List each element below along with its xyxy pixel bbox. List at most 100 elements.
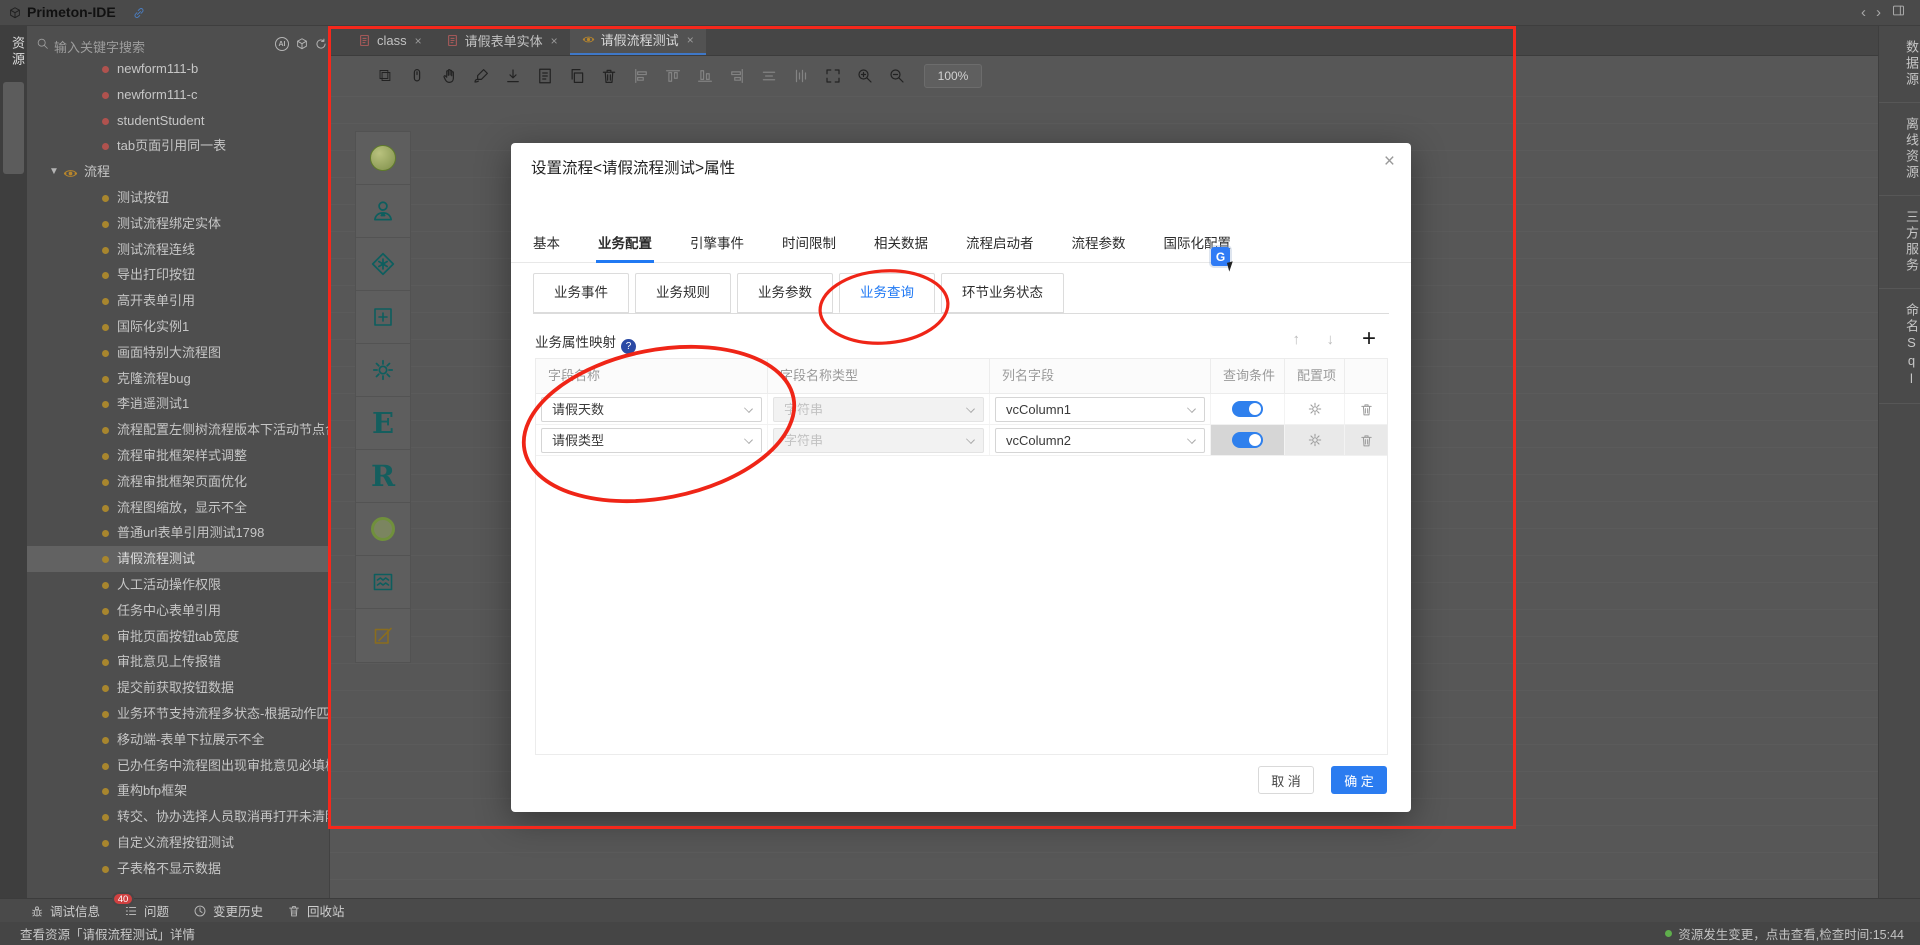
download-icon[interactable] bbox=[502, 65, 524, 87]
tree-node-flow[interactable]: ▼ 流程 bbox=[27, 159, 330, 185]
tree-item[interactable]: tab页面引用同一表 bbox=[27, 133, 330, 159]
subtab[interactable]: 业务规则 bbox=[635, 273, 731, 313]
copy-icon[interactable] bbox=[566, 65, 588, 87]
add-row-icon[interactable]: + bbox=[1362, 325, 1376, 353]
tree-item[interactable]: 已办任务中流程图出现审批意见必填校验提示 bbox=[27, 753, 330, 779]
tree-item[interactable]: 移动端-表单下拉展示不全 bbox=[27, 727, 330, 753]
close-icon[interactable]: × bbox=[551, 34, 558, 48]
right-rail-tab[interactable]: 数据源 bbox=[1879, 26, 1920, 103]
dialog-tab[interactable]: 流程启动者 bbox=[966, 227, 1034, 263]
translate-icon[interactable]: G bbox=[1211, 247, 1230, 266]
refresh-icon[interactable] bbox=[314, 37, 328, 56]
tree-item[interactable]: 请假流程测试 bbox=[27, 546, 330, 572]
fit-screen-icon[interactable] bbox=[822, 65, 844, 87]
decision-icon[interactable] bbox=[356, 238, 410, 291]
field-name-select[interactable]: 请假类型 bbox=[541, 428, 762, 453]
right-rail-tab[interactable]: 三方服务 bbox=[1879, 196, 1920, 289]
dialog-tab[interactable]: 基本 bbox=[533, 227, 560, 263]
delete-icon[interactable] bbox=[598, 65, 620, 87]
tree-item[interactable]: 国际化实例1 bbox=[27, 314, 330, 340]
tree-item[interactable]: newform111-c bbox=[27, 82, 330, 108]
auto-activity-icon[interactable] bbox=[356, 344, 410, 397]
link-icon[interactable] bbox=[132, 6, 146, 25]
cancel-button[interactable]: 取 消 bbox=[1258, 766, 1314, 794]
tree-item[interactable]: 业务环节支持流程多状态-根据动作匹配 bbox=[27, 701, 330, 727]
hand-pan-icon[interactable] bbox=[438, 65, 460, 87]
forward-icon[interactable]: › bbox=[1876, 4, 1881, 21]
ok-button[interactable]: 确 定 bbox=[1331, 766, 1387, 794]
chevron-down-icon[interactable]: ▼ bbox=[49, 159, 59, 185]
tree-item[interactable]: 流程审批框架样式调整 bbox=[27, 443, 330, 469]
manual-activity-icon[interactable] bbox=[356, 185, 410, 238]
close-icon[interactable]: × bbox=[687, 33, 694, 47]
clone-icon[interactable]: ⧉ bbox=[374, 65, 396, 87]
subtab[interactable]: 业务事件 bbox=[533, 273, 629, 313]
tree-item[interactable]: 李逍遥测试1 bbox=[27, 391, 330, 417]
tree-item[interactable]: 提交前获取按钮数据 bbox=[27, 675, 330, 701]
gear-icon[interactable] bbox=[1307, 432, 1323, 448]
tree-item[interactable]: 普通url表单引用测试1798 bbox=[27, 520, 330, 546]
ai-assistant-icon[interactable]: AI bbox=[275, 37, 289, 51]
cube-add-icon[interactable] bbox=[295, 37, 309, 56]
change-history-button[interactable]: 变更历史 bbox=[193, 901, 263, 920]
dialog-tab[interactable]: 相关数据 bbox=[874, 227, 928, 263]
layout-panel-icon[interactable] bbox=[1891, 3, 1906, 22]
subtab[interactable]: 业务查询 bbox=[839, 273, 935, 313]
column-name-select[interactable]: vcColumn1 bbox=[995, 397, 1205, 422]
editor-tab[interactable]: 请假表单实体 × bbox=[434, 26, 570, 55]
tree-item[interactable]: 人工活动操作权限 bbox=[27, 572, 330, 598]
r-node-icon[interactable]: R bbox=[356, 450, 410, 503]
right-rail-tab[interactable]: 离线资源 bbox=[1879, 103, 1920, 196]
editor-tab[interactable]: class × bbox=[346, 26, 434, 55]
close-icon[interactable]: × bbox=[1384, 151, 1395, 173]
tree-item[interactable]: 测试流程连线 bbox=[27, 237, 330, 263]
dialog-tab[interactable]: 流程参数 bbox=[1072, 227, 1126, 263]
trash-icon[interactable] bbox=[1359, 433, 1374, 448]
document-icon[interactable] bbox=[534, 65, 556, 87]
tree-item[interactable]: 流程审批框架页面优化 bbox=[27, 469, 330, 495]
start-node-icon[interactable] bbox=[356, 132, 410, 185]
tree-item[interactable]: 自定义流程按钮测试 bbox=[27, 830, 330, 856]
report-node-icon[interactable] bbox=[356, 556, 410, 609]
problems-button[interactable]: 40 问题 bbox=[124, 901, 169, 920]
tree-item[interactable]: 审批意见上传报错 bbox=[27, 649, 330, 675]
subtab[interactable]: 业务参数 bbox=[737, 273, 833, 313]
column-name-select[interactable]: vcColumn2 bbox=[995, 428, 1205, 453]
tree-item[interactable]: 测试按钮 bbox=[27, 185, 330, 211]
search-input[interactable]: 输入关键字搜索 bbox=[54, 37, 145, 56]
tree-item[interactable]: 测试流程绑定实体 bbox=[27, 211, 330, 237]
tree-item[interactable]: 高开表单引用 bbox=[27, 288, 330, 314]
brush-icon[interactable] bbox=[470, 65, 492, 87]
field-name-select[interactable]: 请假天数 bbox=[541, 397, 762, 422]
resource-change-notice[interactable]: 资源发生变更，点击查看,检查时间:15:44 bbox=[1665, 924, 1904, 943]
e-node-icon[interactable]: E bbox=[356, 397, 410, 450]
tree-item[interactable]: 导出打印按钮 bbox=[27, 262, 330, 288]
rail-tab-resources[interactable]: 资源 bbox=[0, 32, 27, 68]
dialog-tab[interactable]: 引擎事件 bbox=[690, 227, 744, 263]
back-icon[interactable]: ‹ bbox=[1861, 4, 1866, 21]
move-up-icon[interactable]: ↑ bbox=[1293, 331, 1301, 348]
tree-item[interactable]: 审批页面按钮tab宽度 bbox=[27, 624, 330, 650]
editor-tab[interactable]: 请假流程测试 × bbox=[570, 26, 706, 55]
subtab[interactable]: 环节业务状态 bbox=[941, 273, 1064, 313]
right-rail-tab[interactable]: 命名Sql bbox=[1879, 289, 1920, 404]
tree-item[interactable]: 流程图缩放，显示不全 bbox=[27, 495, 330, 521]
close-icon[interactable]: × bbox=[415, 34, 422, 48]
tree-item[interactable]: 画面特别大流程图 bbox=[27, 340, 330, 366]
tree-item[interactable]: 转交、协办选择人员取消再打开未清除选择 bbox=[27, 804, 330, 830]
tree-item[interactable]: studentStudent bbox=[27, 108, 330, 134]
tree-item[interactable]: newform111-b bbox=[27, 56, 330, 82]
mouse-pointer-icon[interactable] bbox=[406, 65, 428, 87]
tree-item[interactable]: 子表格不显示数据 bbox=[27, 856, 330, 882]
subprocess-icon[interactable] bbox=[356, 291, 410, 344]
dialog-tab[interactable]: 时间限制 bbox=[782, 227, 836, 263]
tree-item[interactable]: 任务中心表单引用 bbox=[27, 598, 330, 624]
zoom-level-display[interactable]: 100% bbox=[924, 64, 982, 88]
help-icon[interactable]: ? bbox=[621, 339, 636, 354]
query-condition-toggle[interactable] bbox=[1232, 401, 1263, 417]
note-node-icon[interactable] bbox=[356, 609, 410, 662]
zoom-in-icon[interactable] bbox=[854, 65, 876, 87]
tree-item[interactable]: 重构bfp框架 bbox=[27, 778, 330, 804]
move-down-icon[interactable]: ↓ bbox=[1327, 331, 1335, 348]
end-node-icon[interactable] bbox=[356, 503, 410, 556]
